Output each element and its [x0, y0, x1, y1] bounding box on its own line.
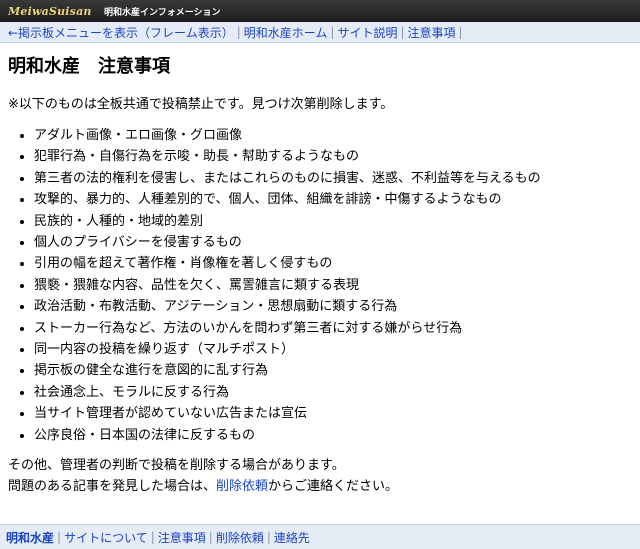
- footer-current-site: 明和水産: [6, 530, 55, 545]
- nav-show-board-menu-link[interactable]: ←掲示板メニューを表示（フレーム表示）: [8, 24, 234, 41]
- footer-contact-link[interactable]: 連絡先: [274, 529, 310, 546]
- footer-navigation: 明和水産 | サイトについて | 注意事項 | 削除依頼 | 連絡先: [0, 524, 640, 549]
- list-item: 政治活動・布教活動、アジテーション・思想扇動に類する行為: [34, 296, 632, 317]
- list-item: 掲示板の健全な進行を意図的に乱す行為: [34, 360, 632, 381]
- prohibition-notice: ※以下のものは全板共通で投稿禁止です。見つけ次第削除します。: [8, 97, 394, 112]
- nav-separator: |: [400, 25, 405, 39]
- list-item: 攻撃的、暴力的、人種差別的で、個人、団体、組織を誹謗・中傷するようなもの: [34, 189, 632, 210]
- nav-site-description-link[interactable]: サイト説明: [337, 24, 397, 41]
- nav-separator: |: [236, 25, 241, 39]
- list-item: 民族的・人種的・地域的差別: [34, 211, 632, 232]
- deletion-request-link[interactable]: 削除依頼: [216, 479, 268, 494]
- site-logo[interactable]: MeiwaSuisan: [8, 5, 104, 18]
- footer-separator: |: [266, 530, 271, 544]
- list-item: 同一内容の投稿を繰り返す（マルチポスト）: [34, 339, 632, 360]
- footer-separator: |: [208, 530, 213, 544]
- nav-separator: |: [458, 25, 463, 39]
- list-item: 公序良俗・日本国の法律に反するもの: [34, 425, 632, 446]
- page-title: 明和水産 注意事項: [8, 56, 170, 77]
- footer-separator: |: [150, 530, 155, 544]
- footer-about-link[interactable]: サイトについて: [64, 529, 148, 546]
- main-content: 明和水産 注意事項 ※以下のものは全板共通で投稿禁止です。見つけ次第削除します。…: [0, 55, 640, 497]
- list-item: 引用の幅を超えて著作権・肖像権を著しく侵すもの: [34, 253, 632, 274]
- closing-line-2-prefix: 問題のある記事を発見した場合は、: [8, 479, 217, 495]
- top-header-bar: MeiwaSuisan 明和水産インフォメーション: [0, 0, 640, 22]
- footer-separator: |: [57, 530, 62, 544]
- list-item: 猥褻・猥雑な内容、品性を欠く、罵詈雑言に類する表現: [34, 275, 632, 296]
- list-item: 第三者の法的権利を侵害し、またはこれらのものに損害、迷惑、不利益等を与えるもの: [34, 168, 632, 189]
- list-item: 社会通念上、モラルに反する行為: [34, 382, 632, 403]
- closing-line-2: 問題のある記事を発見した場合は、削除依頼からご連絡ください。: [8, 476, 632, 497]
- list-item: 犯罪行為・自傷行為を示唆・助長・幇助するようなもの: [34, 146, 632, 167]
- nav-home-link[interactable]: 明和水産ホーム: [244, 24, 328, 41]
- closing-line-1: その他、管理者の判断で投稿を削除する場合があります。: [8, 458, 345, 474]
- header-title: 明和水産インフォメーション: [104, 7, 221, 18]
- list-item: 当サイト管理者が認めていない広告または宣伝: [34, 403, 632, 424]
- list-item: 個人のプライバシーを侵害するもの: [34, 232, 632, 253]
- footer-deletion-request-link[interactable]: 削除依頼: [216, 529, 264, 546]
- closing-text: その他、管理者の判断で投稿を削除する場合があります。 問題のある記事を発見した場…: [8, 455, 632, 497]
- nav-notes-link[interactable]: 注意事項: [408, 24, 456, 41]
- list-item: アダルト画像・エロ画像・グロ画像: [34, 125, 632, 146]
- nav-separator: |: [330, 25, 335, 39]
- top-navigation: ←掲示板メニューを表示（フレーム表示） | 明和水産ホーム | サイト説明 | …: [0, 22, 640, 43]
- footer-notes-link[interactable]: 注意事項: [158, 529, 206, 546]
- list-item: ストーカー行為など、方法のいかんを問わず第三者に対する嫌がらせ行為: [34, 318, 632, 339]
- closing-line-2-suffix: からご連絡ください。: [268, 479, 399, 495]
- prohibited-items-list: アダルト画像・エロ画像・グロ画像 犯罪行為・自傷行為を示唆・助長・幇助するような…: [8, 125, 632, 446]
